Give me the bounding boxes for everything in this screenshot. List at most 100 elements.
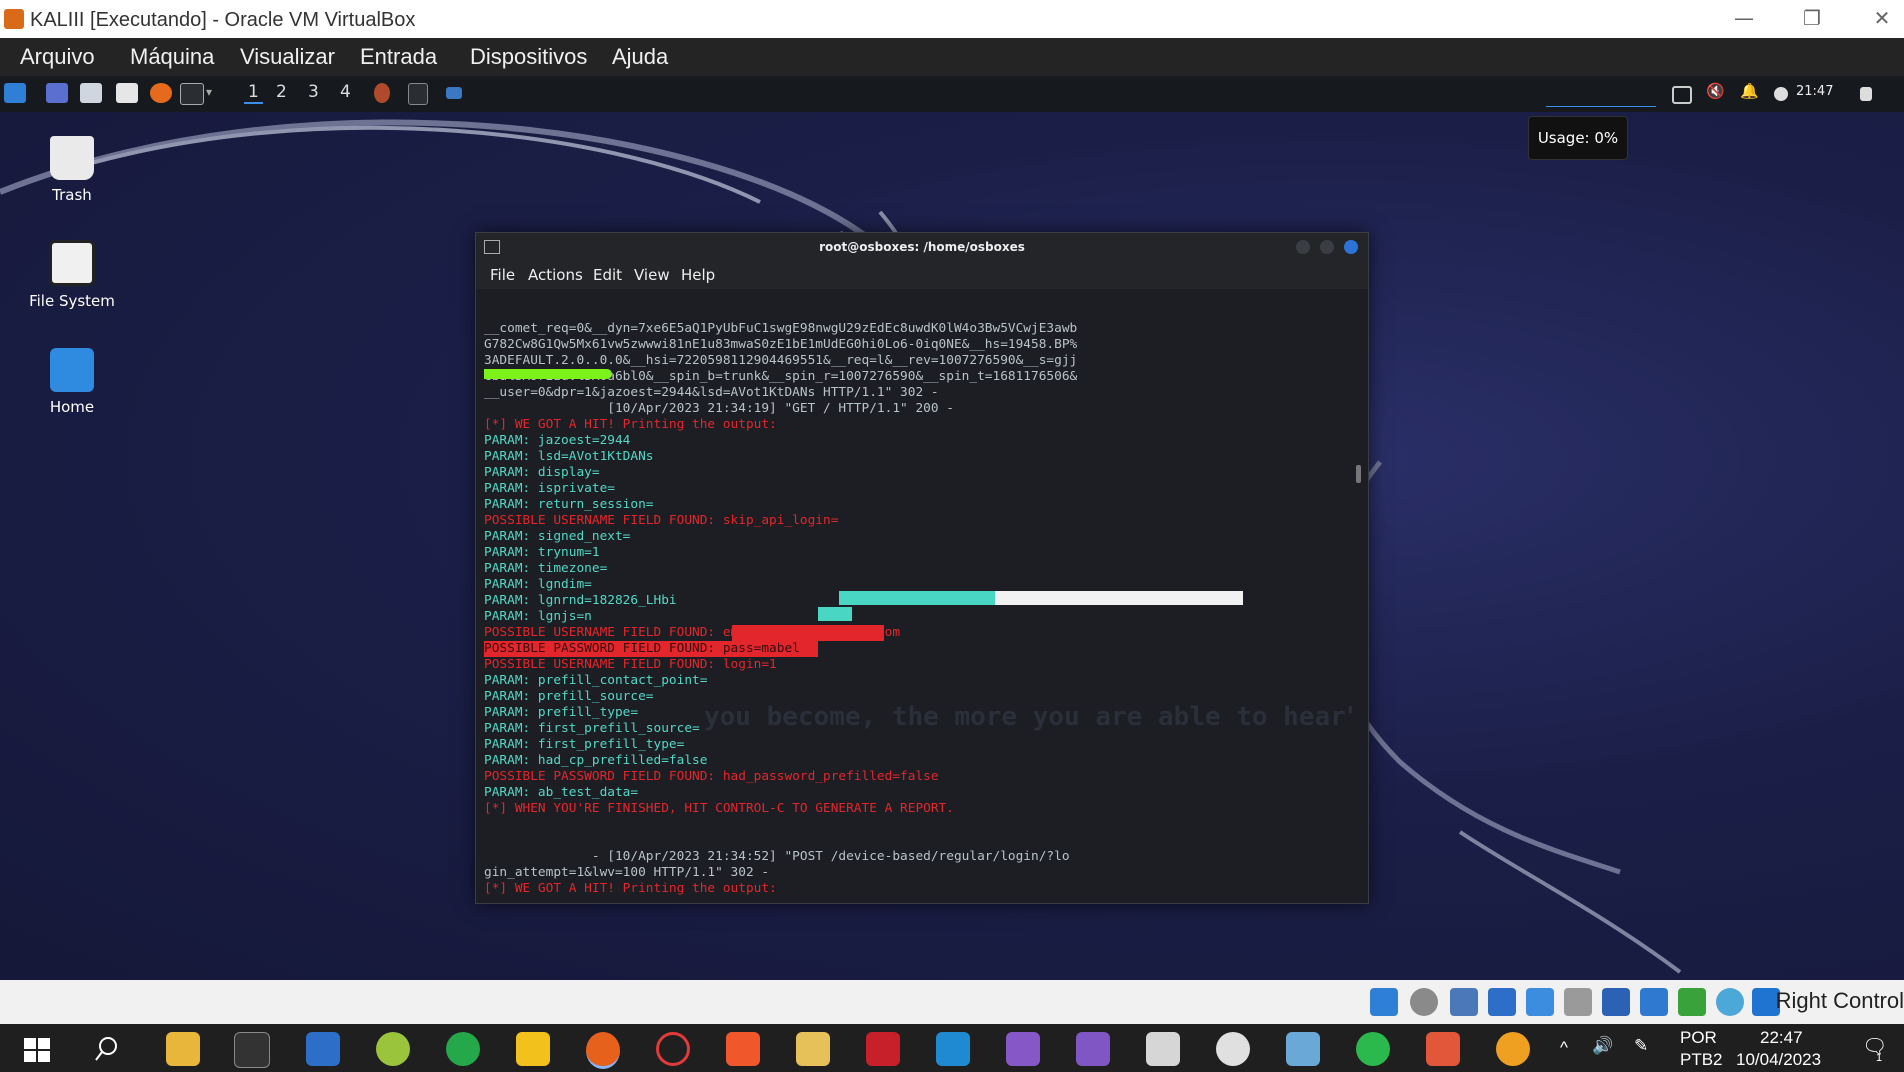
power-status-icon[interactable] bbox=[1774, 87, 1788, 101]
chevron-up-icon[interactable]: ^ bbox=[1560, 1038, 1568, 1058]
terminal-scrollbar[interactable] bbox=[1356, 465, 1361, 483]
minimize-button[interactable]: — bbox=[1724, 6, 1764, 32]
minimize-circle-button[interactable] bbox=[1296, 240, 1310, 254]
m-app-icon[interactable] bbox=[516, 1032, 550, 1066]
terminal-line: POSSIBLE USERNAME FIELD FOUND: login=1 bbox=[484, 657, 777, 672]
terminal-line: cbu%3A9r2zuv%3A0a6bl0&__spin_b=trunk&__s… bbox=[484, 369, 1078, 384]
evernote-icon[interactable] bbox=[446, 1032, 480, 1066]
network-icon[interactable] bbox=[1488, 988, 1516, 1016]
taskbar-time[interactable]: 22:47 bbox=[1760, 1028, 1803, 1048]
hard-disk-status-icon[interactable] bbox=[1370, 988, 1398, 1016]
shared-folder-icon[interactable] bbox=[1564, 988, 1592, 1016]
winrar-icon[interactable] bbox=[1216, 1032, 1250, 1066]
taskbar-firefox-icon[interactable] bbox=[374, 83, 390, 103]
text-editor-icon[interactable] bbox=[116, 83, 138, 103]
terminal-window[interactable]: root@osboxes: /home/osboxes File Actions… bbox=[475, 232, 1369, 904]
terminal-line: PARAM: return_session= bbox=[484, 497, 654, 512]
home-desktop-icon[interactable]: Home bbox=[12, 348, 132, 416]
workspace-3[interactable]: 3 bbox=[308, 82, 319, 102]
terminal-menu-actions[interactable]: Actions bbox=[528, 266, 583, 284]
brave-icon[interactable] bbox=[726, 1032, 760, 1066]
display-icon[interactable] bbox=[1672, 86, 1692, 104]
terminal-icon[interactable] bbox=[180, 83, 204, 105]
bell-icon[interactable]: 🔔 bbox=[1740, 82, 1759, 100]
terminal-line: PARAM: signed_next= bbox=[484, 529, 631, 544]
terminal-menu-file[interactable]: File bbox=[490, 266, 515, 284]
language-code[interactable]: POR bbox=[1680, 1028, 1717, 1048]
firefox-taskbar-icon[interactable] bbox=[586, 1032, 620, 1069]
close-circle-button[interactable] bbox=[1344, 240, 1358, 254]
search-icon[interactable] bbox=[90, 1032, 124, 1066]
usb-icon[interactable] bbox=[1526, 988, 1554, 1016]
opera-icon[interactable] bbox=[656, 1032, 690, 1066]
chevron-down-icon[interactable]: ▾ bbox=[206, 85, 212, 99]
terminal-menu-help[interactable]: Help bbox=[681, 266, 715, 284]
show-desktop-icon[interactable] bbox=[46, 83, 68, 103]
menu-arquivo[interactable]: Arquivo bbox=[20, 44, 95, 70]
mute-icon[interactable]: 🔇 bbox=[1706, 82, 1725, 100]
close-button[interactable]: ✕ bbox=[1862, 6, 1902, 32]
terminal-line: 3ADEFAULT.2.0..0.0&__hsi=722059811290446… bbox=[484, 353, 1078, 368]
devcpp-icon[interactable] bbox=[866, 1032, 900, 1066]
panel-clock[interactable]: 21:47 bbox=[1796, 84, 1833, 99]
menu-visualizar[interactable]: Visualizar bbox=[240, 44, 335, 70]
menu-ajuda[interactable]: Ajuda bbox=[612, 44, 668, 70]
taskbar-terminal-icon[interactable] bbox=[408, 83, 428, 105]
visual-studio-2-icon[interactable] bbox=[1076, 1032, 1110, 1066]
terminal-title-bar[interactable]: root@osboxes: /home/osboxes bbox=[476, 233, 1368, 261]
terminal-small-icon bbox=[484, 240, 500, 254]
terminal-line: __comet_req=0&__dyn=7xe6E5aQ1PyUbFuC1swg… bbox=[484, 321, 1078, 336]
terminal-menu-view[interactable]: View bbox=[634, 266, 670, 284]
workspace-4[interactable]: 4 bbox=[340, 82, 351, 102]
windows-start-icon[interactable] bbox=[20, 1032, 54, 1066]
file-manager-icon[interactable] bbox=[80, 83, 102, 103]
cpu-graph[interactable] bbox=[1546, 92, 1656, 107]
whatsapp-icon[interactable] bbox=[1356, 1032, 1390, 1066]
display-status-icon[interactable] bbox=[1602, 988, 1630, 1016]
trash-desktop-icon[interactable]: Trash bbox=[12, 136, 132, 204]
cpu-status-icon[interactable] bbox=[1678, 988, 1706, 1016]
kali-top-panel: ▾ 1 2 3 4 🔇 🔔 21:47 bbox=[0, 76, 1904, 112]
volume-icon[interactable]: 🔊 bbox=[1592, 1036, 1613, 1056]
trash-label: Trash bbox=[52, 186, 92, 204]
file-explorer-icon[interactable] bbox=[166, 1032, 200, 1066]
virtualbox-taskbar-icon[interactable] bbox=[1286, 1032, 1320, 1066]
kali-menu-icon[interactable] bbox=[4, 83, 26, 103]
firefox-icon[interactable] bbox=[150, 83, 172, 103]
python-app-icon[interactable] bbox=[796, 1032, 830, 1066]
terminal-line: PARAM: trynum=1 bbox=[484, 545, 600, 560]
visual-studio-icon[interactable] bbox=[1006, 1032, 1040, 1066]
terminal-lines: __comet_req=0&__dyn=7xe6E5aQ1PyUbFuC1swg… bbox=[484, 321, 1354, 899]
terminal-menu-edit[interactable]: Edit bbox=[593, 266, 622, 284]
mouse-integration-icon[interactable] bbox=[1716, 988, 1744, 1016]
kali-app-icon[interactable] bbox=[1496, 1032, 1530, 1066]
maximize-circle-button[interactable] bbox=[1320, 240, 1334, 254]
filesystem-label: File System bbox=[29, 292, 115, 310]
equalizer-icon[interactable] bbox=[306, 1032, 340, 1066]
audio-icon[interactable] bbox=[1450, 988, 1478, 1016]
virtualbox-app-icon bbox=[4, 9, 24, 29]
notification-icon[interactable]: 🗨 bbox=[1862, 1034, 1887, 1059]
windows-terminal-icon[interactable] bbox=[234, 1032, 270, 1068]
lock-icon[interactable] bbox=[1860, 87, 1872, 101]
gitkraken-icon[interactable] bbox=[1426, 1032, 1460, 1066]
menu-dispositivos[interactable]: Dispositivos bbox=[470, 44, 587, 70]
workspace-2[interactable]: 2 bbox=[276, 82, 287, 102]
lime-app-icon[interactable] bbox=[376, 1032, 410, 1066]
terminal-line: PARAM: display= bbox=[484, 465, 600, 480]
optical-drive-icon[interactable] bbox=[1410, 988, 1438, 1016]
taskbar-window-icon[interactable] bbox=[446, 87, 462, 99]
workspace-1[interactable]: 1 bbox=[244, 82, 263, 104]
terminal-line: [*] WHEN YOU'RE FINISHED, HIT CONTROL-C … bbox=[484, 801, 954, 816]
restore-button[interactable]: ❐ bbox=[1792, 6, 1832, 32]
recording-icon[interactable] bbox=[1640, 988, 1668, 1016]
keyboard-layout[interactable]: PTB2 bbox=[1680, 1050, 1723, 1070]
game-icon[interactable] bbox=[1146, 1032, 1180, 1066]
terminal-output[interactable]: __comet_req=0&__dyn=7xe6E5aQ1PyUbFuC1swg… bbox=[484, 289, 1354, 899]
menu-entrada[interactable]: Entrada bbox=[360, 44, 437, 70]
menu-maquina[interactable]: Máquina bbox=[130, 44, 214, 70]
vscode-icon[interactable] bbox=[936, 1032, 970, 1066]
taskbar-date[interactable]: 10/04/2023 bbox=[1736, 1050, 1821, 1070]
filesystem-desktop-icon[interactable]: File System bbox=[12, 240, 132, 310]
pen-icon[interactable]: ✎ bbox=[1634, 1036, 1648, 1056]
